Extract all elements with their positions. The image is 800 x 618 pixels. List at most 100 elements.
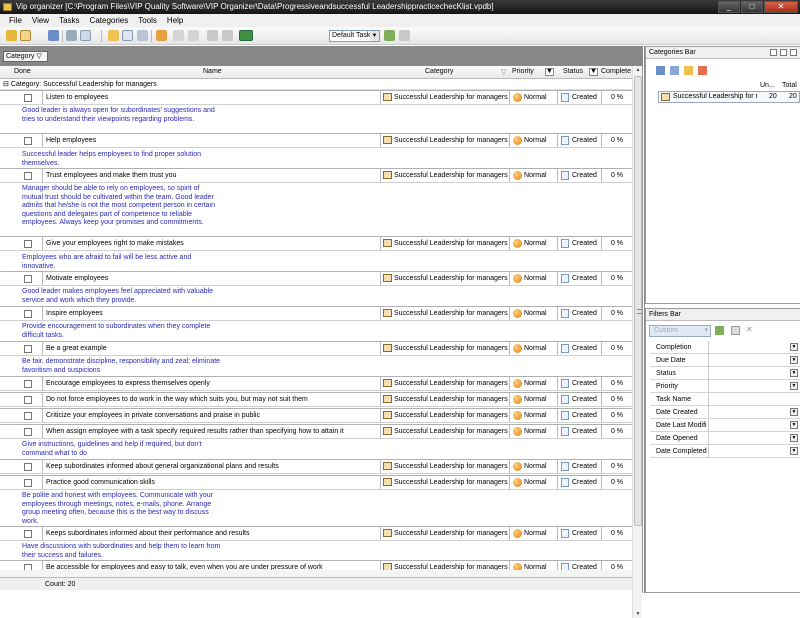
table-row[interactable]: Criticize your employees in private conv…	[0, 408, 632, 423]
done-checkbox[interactable]	[24, 137, 32, 145]
scroll-thumb[interactable]	[634, 76, 642, 526]
filter-row-priority[interactable]: Priority ▼	[650, 380, 800, 393]
open-icon[interactable]	[20, 30, 31, 41]
done-checkbox[interactable]	[24, 172, 32, 180]
close-button[interactable]: ✕	[764, 1, 798, 13]
chevron-down-icon[interactable]: ▼	[790, 447, 798, 455]
chevron-down-icon[interactable]: ▼	[790, 356, 798, 364]
chevron-down-icon[interactable]: ▼	[790, 382, 798, 390]
col-status[interactable]: Status	[563, 68, 583, 75]
table-row[interactable]: Give your employees right to make mistak…	[0, 236, 632, 251]
filter-row-date-last-modified[interactable]: Date Last Modifi ▼	[650, 419, 800, 432]
add-category-icon[interactable]	[656, 66, 665, 75]
new-file-icon[interactable]	[6, 30, 17, 41]
table-row[interactable]: Help employees Successful Leadership for…	[0, 133, 632, 148]
table-row[interactable]: Trust employees and make them trust you …	[0, 168, 632, 183]
done-checkbox[interactable]	[24, 310, 32, 318]
vertical-scrollbar[interactable]: ▲ ▼	[632, 66, 642, 618]
chevron-down-icon[interactable]: ▾	[704, 326, 708, 336]
apply-view-icon[interactable]	[384, 30, 395, 41]
save-icon[interactable]	[48, 30, 59, 41]
apply-filter-icon[interactable]	[715, 326, 724, 335]
menu-view[interactable]: View	[27, 14, 54, 27]
print-preview-icon[interactable]	[80, 30, 91, 41]
menu-categories[interactable]: Categories	[85, 14, 134, 27]
table-row[interactable]: Keeps subordinates informed about their …	[0, 526, 632, 541]
done-checkbox[interactable]	[24, 412, 32, 420]
status-sort-button[interactable]: ▼	[589, 68, 598, 76]
back-icon[interactable]	[156, 30, 167, 41]
move-down-icon[interactable]	[222, 30, 233, 41]
table-row[interactable]: Inspire employees Successful Leadership …	[0, 306, 632, 321]
priority-sort-button[interactable]: ▼	[545, 68, 554, 76]
table-row[interactable]: When assign employee with a task specify…	[0, 424, 632, 439]
indent-icon[interactable]	[173, 30, 184, 41]
outdent-icon[interactable]	[188, 30, 199, 41]
done-checkbox[interactable]	[24, 479, 32, 487]
dock-icon[interactable]	[770, 49, 777, 56]
minimize-button[interactable]: _	[718, 1, 740, 13]
add-subcategory-icon[interactable]	[670, 66, 679, 75]
edit-category-icon[interactable]	[684, 66, 693, 75]
filter-row-date-opened[interactable]: Date Opened ▼	[650, 432, 800, 445]
menu-tools[interactable]: Tools	[133, 14, 162, 27]
chevron-down-icon[interactable]: ▼	[790, 369, 798, 377]
filter-row-date-completed[interactable]: Date Completed ▼	[650, 445, 800, 458]
table-row[interactable]: Encourage employees to express themselve…	[0, 376, 632, 391]
horizontal-scrollbar[interactable]	[0, 570, 632, 577]
menu-tasks[interactable]: Tasks	[54, 14, 84, 27]
col-uncompleted[interactable]: Un...	[760, 82, 775, 89]
copy-task-icon[interactable]	[137, 30, 148, 41]
filter-icon[interactable]: ▽	[501, 68, 506, 76]
table-row[interactable]: Do not force employees to do work in the…	[0, 392, 632, 407]
done-checkbox[interactable]	[24, 463, 32, 471]
close-pane-icon[interactable]	[790, 49, 797, 56]
scroll-down-icon[interactable]: ▼	[634, 610, 642, 618]
table-row[interactable]: Motivate employees Successful Leadership…	[0, 271, 632, 286]
done-checkbox[interactable]	[24, 240, 32, 248]
table-row[interactable]: Listen to employees Successful Leadershi…	[0, 90, 632, 105]
filter-row-date-created[interactable]: Date Created ▼	[650, 406, 800, 419]
done-checkbox[interactable]	[24, 530, 32, 538]
col-done[interactable]: Done	[14, 68, 31, 75]
maximize-button[interactable]: □	[741, 1, 763, 13]
col-priority[interactable]: Priority	[512, 68, 534, 75]
move-up-icon[interactable]	[207, 30, 218, 41]
filter-row-due-date[interactable]: Due Date ▼	[650, 354, 800, 367]
open-dropdown-icon[interactable]	[33, 30, 39, 41]
col-category[interactable]: Category	[425, 68, 453, 75]
menu-help[interactable]: Help	[162, 14, 188, 27]
done-checkbox[interactable]	[24, 380, 32, 388]
done-checkbox[interactable]	[24, 275, 32, 283]
table-row[interactable]: Practice good communication skills Succe…	[0, 475, 632, 490]
edit-task-icon[interactable]	[122, 30, 133, 41]
done-checkbox[interactable]	[24, 428, 32, 436]
filter-row-status[interactable]: Status ▼	[650, 367, 800, 380]
scroll-up-icon[interactable]: ▲	[634, 66, 642, 74]
col-name[interactable]: Name	[203, 68, 222, 75]
done-checkbox[interactable]	[24, 396, 32, 404]
print-icon[interactable]	[66, 30, 77, 41]
new-task-icon[interactable]	[108, 30, 119, 41]
chevron-down-icon[interactable]: ▼	[790, 421, 798, 429]
done-checkbox[interactable]	[24, 345, 32, 353]
col-complete[interactable]: Complete	[601, 68, 631, 75]
clear-filter-icon[interactable]	[731, 326, 740, 335]
group-row[interactable]: ⊟ Category: Successful Leadership for ma…	[0, 79, 632, 90]
delete-category-icon[interactable]	[698, 66, 707, 75]
filter-preset-select[interactable]: Custom ▾	[649, 325, 711, 337]
group-by-category-chip[interactable]: Category ▽	[3, 51, 48, 62]
filter-row-task-name[interactable]: Task Name	[650, 393, 800, 406]
col-total[interactable]: Total	[782, 82, 797, 89]
chevron-down-icon[interactable]: ▼	[370, 31, 379, 41]
remove-filter-icon[interactable]: ✕	[746, 325, 753, 334]
delete-view-icon[interactable]	[399, 30, 410, 41]
filter-row-completion[interactable]: Completion ▼	[650, 341, 800, 354]
pin-icon[interactable]	[780, 49, 787, 56]
category-item[interactable]: Successful Leadership for m 20 20	[658, 91, 800, 103]
chevron-down-icon[interactable]: ▼	[790, 408, 798, 416]
filter-icon[interactable]	[239, 30, 253, 41]
table-row[interactable]: Keep subordinates informed about general…	[0, 459, 632, 474]
chevron-down-icon[interactable]: ▼	[790, 343, 798, 351]
done-checkbox[interactable]	[24, 94, 32, 102]
